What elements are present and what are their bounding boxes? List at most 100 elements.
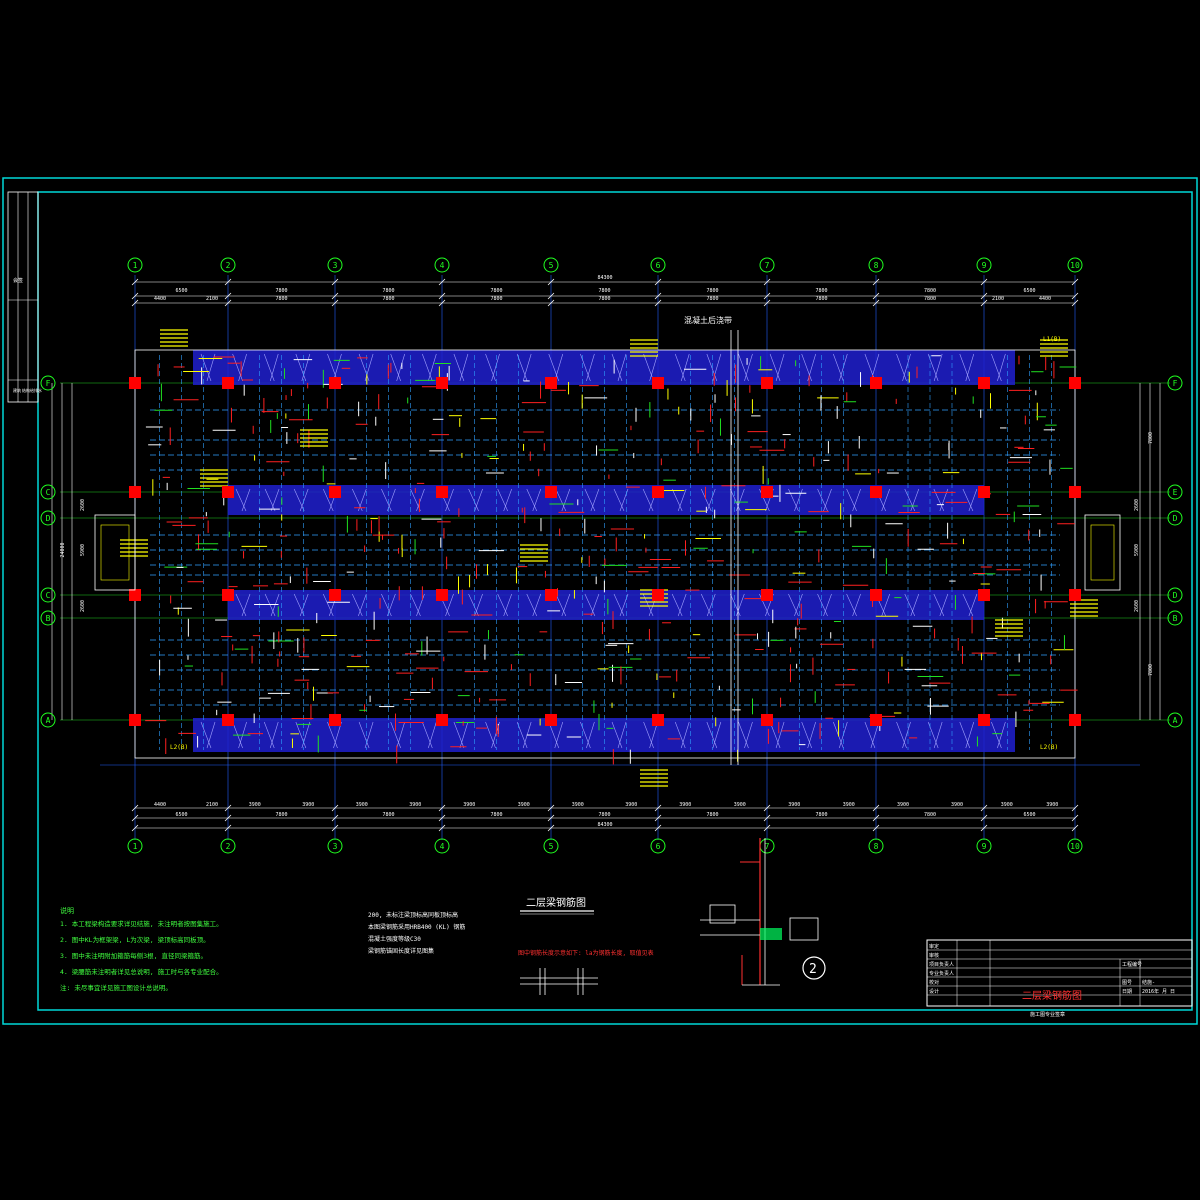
dim-left-v: 2600 [80, 499, 86, 511]
dim-bottom-row1: 2100 [206, 802, 218, 808]
column-1-1 [129, 486, 141, 498]
dim-bottom-row1: 3900 [356, 802, 368, 808]
dim-top-row1: 4400 [1039, 296, 1051, 302]
tb-row-2: 项目负责人 [929, 961, 954, 968]
dim-bottom-row2: 7800 [275, 812, 287, 818]
tb-row-0: 审定 [929, 943, 939, 950]
legend-note: 图中钢筋长度示意如下: la为钢筋长度, 取值见表 [518, 949, 654, 957]
dim-bottom-row2: 7800 [924, 812, 936, 818]
column-4-0 [436, 377, 448, 389]
dim-bottom-row1: 3900 [679, 802, 691, 808]
column-1-2 [129, 589, 141, 601]
dim-bottom-row1: 4400 [154, 802, 166, 808]
beam-tag-top-right: L1(B) [1043, 336, 1061, 343]
column-4-1 [436, 486, 448, 498]
post-cast-strip-label: 混凝土后浇带 [684, 315, 732, 325]
side-strip: 会签 建筑 结构 给排水 [7, 191, 42, 403]
dim-bottom-row2: 6500 [175, 812, 187, 818]
dim-top-row2: 7800 [490, 288, 502, 294]
tb-drawing-title: 二层梁钢筋图 [1022, 989, 1082, 1002]
axis-label-col-10: 10 [1070, 842, 1080, 851]
column-3-0 [329, 377, 341, 389]
notes-heading: 说明 [60, 906, 74, 915]
section-detail: 2 [700, 838, 826, 986]
tb-row-3: 专业负责人 [929, 970, 954, 977]
axis-label-col-6: 6 [656, 842, 661, 851]
beam-band-0 [193, 350, 1015, 385]
beam-tag-bottom-left: L2(B) [170, 744, 188, 751]
column-1-3 [129, 714, 141, 726]
notes-line-4: 注: 未尽事宜详见施工图设计总说明。 [60, 983, 172, 992]
notes-col2-0: 200, 未标注梁顶标高同板顶标高 [368, 911, 458, 919]
column-8-1 [870, 486, 882, 498]
axis-label-col-9: 9 [982, 842, 987, 851]
axis-label-col-4: 4 [440, 842, 445, 851]
dim-left-v: 5900 [80, 544, 86, 556]
column-9-2 [978, 589, 990, 601]
column-10-0 [1069, 377, 1081, 389]
column-3-3 [329, 714, 341, 726]
dim-top-row1: 7800 [490, 296, 502, 302]
dim-bottom-row2: 7800 [815, 812, 827, 818]
notes-line-2: 3. 图中未注明附加箍筋每侧3根, 直径同梁箍筋。 [60, 951, 207, 960]
column-5-0 [545, 377, 557, 389]
axis-bubbles: 1122334455667788991010F FC ED DC DB BA A [40, 257, 1183, 854]
column-10-3 [1069, 714, 1081, 726]
axis-label-col-1: 1 [133, 842, 138, 851]
column-2-1 [222, 486, 234, 498]
title-block: 审定 审核 项目负责人 专业负责人 校对 设计 工程编号 图号 日期 结施- 2… [926, 939, 1193, 1018]
axis-label-row-left-2: D [46, 514, 51, 523]
beam-band-3 [193, 718, 1015, 752]
axis-label-row-left-5: A [46, 716, 51, 725]
plan-title-block: 二层梁钢筋图 图中钢筋长度示意如下: la为钢筋长度, 取值见表 [518, 896, 654, 957]
column-2-2 [222, 589, 234, 601]
dim-bottom-row2: 7800 [706, 812, 718, 818]
tb-right-value-2: 2016年 月 日 [1142, 988, 1175, 995]
column-5-1 [545, 486, 557, 498]
axis-label-row-right-0: F [1173, 379, 1178, 388]
notes-col2-3: 梁钢筋锚固长度详见图集 [368, 947, 434, 955]
dim-bottom-row1: 3900 [625, 802, 637, 808]
notes-line-3: 4. 梁腰筋未注明者详见总说明, 施工时与各专业配合。 [60, 967, 223, 976]
dim-top-row2: 6500 [1023, 288, 1035, 294]
dim-top-row1: 7800 [382, 296, 394, 302]
stair-wells [94, 514, 1121, 591]
axis-label-col-5: 5 [549, 261, 554, 270]
column-9-3 [978, 714, 990, 726]
axis-label-row-right-2: D [1173, 514, 1178, 523]
dim-top-row2: 7800 [382, 288, 394, 294]
dim-top-row2: 7800 [924, 288, 936, 294]
dim-top-row1: 7800 [275, 296, 287, 302]
dim-bottom-row1: 3900 [788, 802, 800, 808]
dim-top-row1: 7800 [815, 296, 827, 302]
tb-footer: 施工图专业签章 [1030, 1011, 1065, 1018]
dim-bottom-row1: 3900 [951, 802, 963, 808]
tb-right-label-0: 工程编号 [1122, 961, 1142, 968]
stair-well-inner [1090, 524, 1115, 581]
tb-row-4: 校对 [929, 979, 939, 986]
axis-label-col-5: 5 [549, 842, 554, 851]
dim-bottom-row1: 3900 [518, 802, 530, 808]
axis-label-row-left-4: B [46, 614, 51, 623]
column-4-2 [436, 589, 448, 601]
tb-right-label-2: 日期 [1122, 989, 1132, 995]
dim-top-row1: 7800 [924, 296, 936, 302]
dim-bottom-row1: 3900 [843, 802, 855, 808]
tb-right-label-1: 图号 [1122, 980, 1132, 986]
axis-label-col-7: 7 [765, 261, 770, 270]
dim-right-v: 7800 [1148, 432, 1154, 444]
column-1-0 [129, 377, 141, 389]
dim-bottom-row1: 3900 [734, 802, 746, 808]
axis-label-col-2: 2 [226, 261, 231, 270]
tb-row-5: 设计 [929, 988, 939, 995]
column-8-2 [870, 589, 882, 601]
dim-bottom-row2: 7800 [598, 812, 610, 818]
column-5-3 [545, 714, 557, 726]
axis-label-row-right-5: A [1173, 716, 1178, 725]
stair-well-1 [1084, 514, 1121, 591]
structural-drawing: 会签 建筑 结构 给排水 843006500 7800 7800 7800 7800 78… [2, 177, 1198, 1025]
dim-top-row2: 7800 [275, 288, 287, 294]
dim-bottom-row1: 3900 [1001, 802, 1013, 808]
axis-label-row-left-1: C [46, 488, 51, 497]
dim-bottom-row2: 7800 [382, 812, 394, 818]
